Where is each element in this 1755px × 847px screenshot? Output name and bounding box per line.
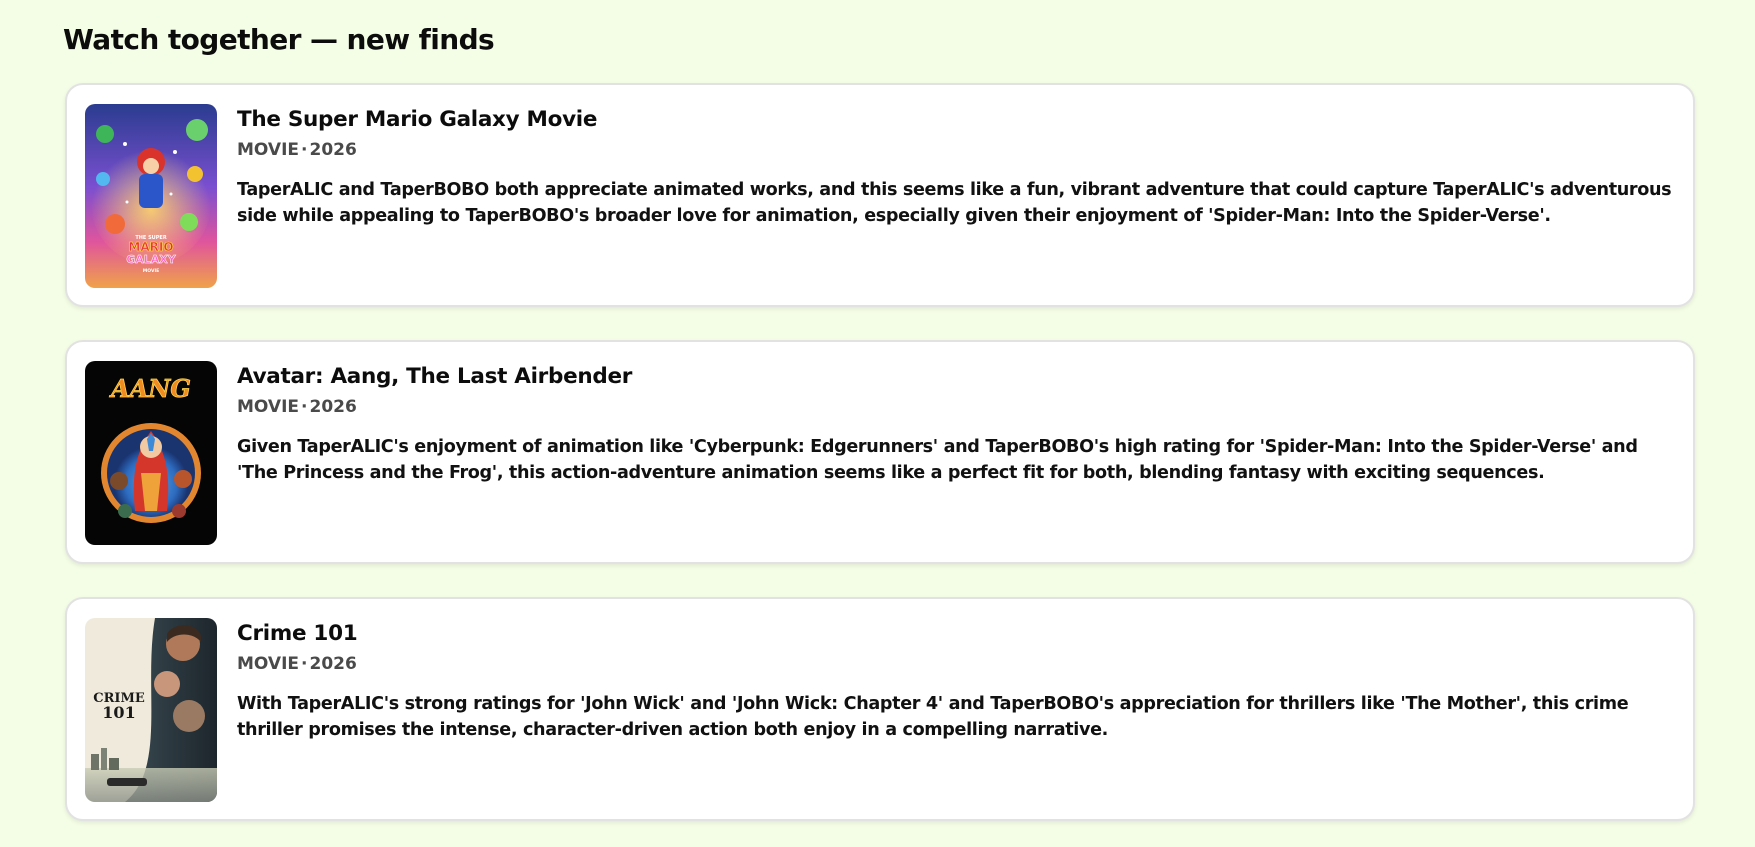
item-type: MOVIE: [237, 140, 300, 160]
poster-label: GALAXY: [126, 253, 177, 266]
recommendation-card[interactable]: CRIME 101 Crime 101 MOVIE · 2026 With Tape…: [65, 597, 1695, 821]
item-description: TaperALIC and TaperBOBO both appreciate …: [237, 180, 1672, 226]
crime-101-poster-image[interactable]: CRIME 101: [85, 618, 217, 802]
meta-separator: ·: [301, 140, 308, 160]
poster-label: 101: [102, 703, 135, 722]
item-year: 2026: [309, 654, 357, 674]
item-title[interactable]: The Super Mario Galaxy Movie: [237, 105, 597, 135]
item-meta: MOVIE · 2026: [237, 395, 357, 419]
page-title: Watch together — new finds: [63, 23, 495, 56]
meta-separator: ·: [301, 397, 308, 417]
item-type: MOVIE: [237, 397, 300, 417]
item-description: With TaperALIC's strong ratings for 'Joh…: [237, 694, 1629, 740]
item-title[interactable]: Avatar: Aang, The Last Airbender: [237, 362, 632, 392]
meta-separator: ·: [301, 654, 308, 674]
recommendation-card[interactable]: THE SUPER MARIO GALAXY MOVIE The Super M…: [65, 83, 1695, 307]
item-meta: MOVIE · 2026: [237, 138, 357, 162]
poster-label: MARIO: [128, 240, 173, 254]
avatar-aang-poster-image[interactable]: AANG: [85, 361, 217, 545]
page: Watch together — new finds THE SUPER MAR…: [0, 0, 1755, 847]
poster-label: MOVIE: [143, 268, 159, 274]
recommendation-card[interactable]: AANG Avatar: Aang, The Last Airbender MO…: [65, 340, 1695, 564]
mario-galaxy-poster-image[interactable]: THE SUPER MARIO GALAXY MOVIE: [85, 104, 217, 288]
item-title[interactable]: Crime 101: [237, 619, 358, 649]
item-type: MOVIE: [237, 654, 300, 674]
poster-label: AANG: [109, 374, 191, 403]
item-year: 2026: [309, 140, 357, 160]
item-description: Given TaperALIC's enjoyment of animation…: [237, 437, 1638, 483]
item-meta: MOVIE · 2026: [237, 652, 357, 676]
item-year: 2026: [309, 397, 357, 417]
